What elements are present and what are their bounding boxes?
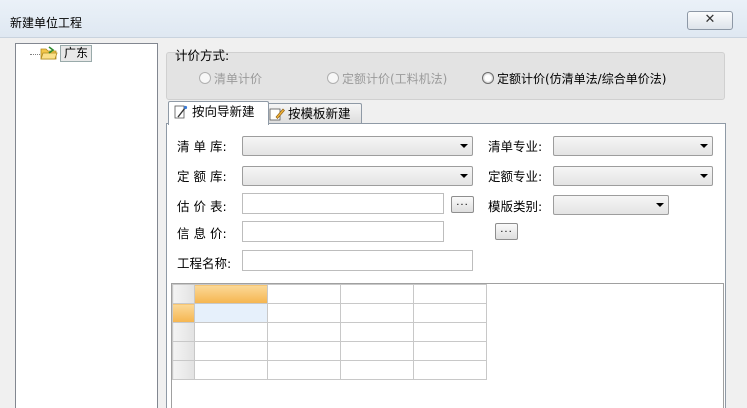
grid-cell[interactable]	[340, 341, 414, 361]
label-list-major: 清单专业:	[488, 139, 543, 154]
grid-cell[interactable]	[267, 303, 341, 323]
grid-column-header[interactable]	[340, 284, 414, 304]
window-title: 新建单位工程	[10, 16, 83, 30]
dropdown-arrow-icon	[460, 144, 468, 148]
grid-cell[interactable]	[340, 360, 414, 380]
table-row	[172, 341, 487, 361]
folder-open-icon	[40, 46, 58, 60]
grid-cell[interactable]	[413, 322, 487, 342]
grid-column-header[interactable]	[267, 284, 341, 304]
close-button[interactable]: ✕	[687, 11, 733, 30]
dropdown-arrow-icon	[700, 174, 708, 178]
radio-quota-labor-material[interactable]: 定额计价(工料机法)	[327, 72, 447, 86]
radio-list-pricing[interactable]: 清单计价	[199, 72, 262, 86]
grid-cell[interactable]	[194, 322, 268, 342]
grid-row-header[interactable]	[172, 303, 195, 323]
label-list-lib: 清 单 库:	[177, 139, 227, 154]
project-name-input[interactable]	[242, 250, 473, 271]
tab-wizard-new[interactable]: 按向导新建	[168, 101, 269, 125]
wizard-icon	[174, 105, 188, 119]
close-icon: ✕	[704, 12, 716, 27]
grid-cell[interactable]	[413, 341, 487, 361]
radio-quota-composite-price[interactable]: 定额计价(仿清单法/综合单价法)	[482, 72, 666, 86]
table-row	[172, 303, 487, 323]
quota-lib-select[interactable]	[242, 166, 473, 186]
grid-row-header[interactable]	[172, 322, 195, 342]
dropdown-arrow-icon	[700, 144, 708, 148]
radio-dot-icon	[199, 72, 211, 84]
grid-table[interactable]	[172, 284, 487, 380]
list-lib-select[interactable]	[242, 136, 473, 156]
edit-document-icon	[269, 108, 285, 121]
template-type-select[interactable]	[553, 195, 669, 215]
dropdown-arrow-icon	[460, 174, 468, 178]
label-price-table: 估 价 表:	[177, 199, 227, 214]
label-project-name: 工程名称:	[177, 256, 232, 271]
grid-row-header[interactable]	[172, 341, 195, 361]
table-row	[172, 322, 487, 342]
tab-template-new[interactable]: 按模板新建	[264, 103, 362, 124]
grid-corner	[172, 284, 195, 304]
info-price-input[interactable]	[242, 221, 444, 242]
grid-cell[interactable]	[340, 322, 414, 342]
grid-cell[interactable]	[267, 322, 341, 342]
grid-cell[interactable]	[267, 341, 341, 361]
region-tree[interactable]: 广东	[15, 43, 158, 408]
grid-row-header[interactable]	[172, 360, 195, 380]
grid-cell[interactable]	[340, 303, 414, 323]
price-table-browse-button[interactable]: ...	[451, 196, 474, 213]
radio-dot-icon	[327, 72, 339, 84]
label-template-type: 模版类别:	[488, 199, 543, 214]
quota-major-select[interactable]	[553, 166, 713, 186]
tree-item-guangdong[interactable]: 广东	[60, 45, 93, 62]
dropdown-arrow-icon	[656, 203, 664, 207]
preview-grid[interactable]	[171, 283, 724, 408]
label-quota-lib: 定 额 库:	[177, 169, 227, 184]
price-table-input[interactable]	[242, 193, 444, 214]
title-bar: 新建单位工程 ✕	[0, 0, 747, 38]
grid-header-row	[172, 284, 487, 304]
grid-column-header[interactable]	[194, 284, 268, 304]
grid-column-header[interactable]	[413, 284, 487, 304]
grid-cell[interactable]	[413, 303, 487, 323]
grid-cell[interactable]	[194, 360, 268, 380]
grid-cell[interactable]	[194, 341, 268, 361]
label-quota-major: 定额专业:	[488, 169, 543, 184]
label-info-price: 信 息 价:	[177, 226, 227, 241]
list-major-select[interactable]	[553, 136, 713, 156]
table-row	[172, 360, 487, 380]
pricing-method-title: 计价方式:	[175, 48, 230, 63]
grid-cell[interactable]	[413, 360, 487, 380]
grid-cell[interactable]	[194, 303, 268, 323]
radio-dot-icon	[482, 72, 494, 84]
info-price-browse-button[interactable]: ...	[495, 223, 518, 240]
grid-cell[interactable]	[267, 360, 341, 380]
